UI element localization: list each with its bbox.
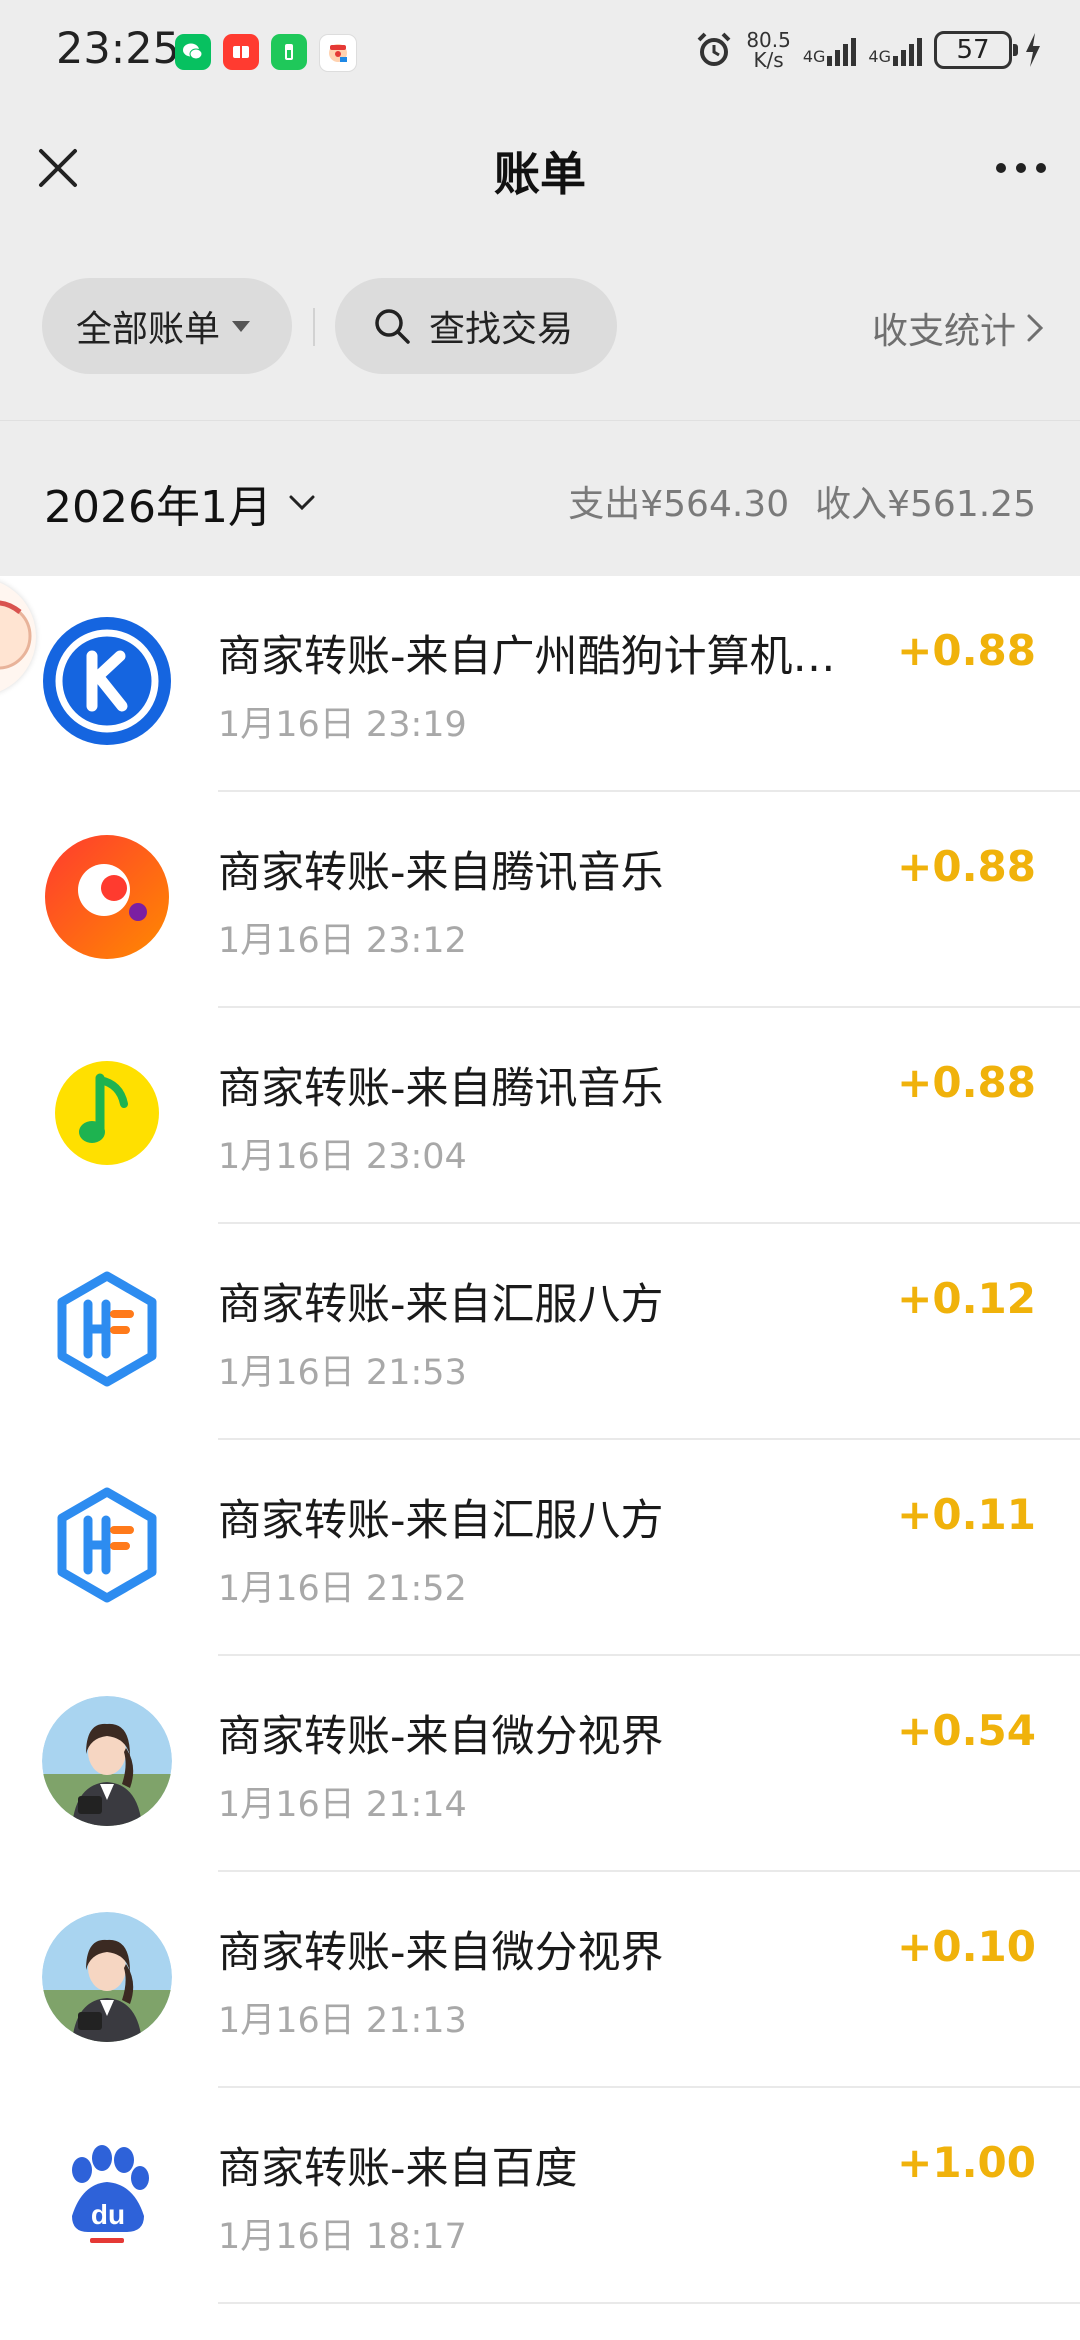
signal-bars-icon [827,34,857,66]
chevron-down-icon [289,495,315,511]
wechat-icon [175,34,211,70]
month-label: 2026年1月 [44,482,272,533]
kugou-icon [42,616,172,746]
transaction-amount: +0.10 [897,1922,1036,1971]
transaction-title: 商家转账-来自汇服八方 [218,1280,664,1330]
transaction-amount: +0.88 [897,626,1036,675]
transaction-amount: +0.11 [897,1490,1036,1539]
alarm-icon [697,32,731,66]
page-title: 账单 [494,147,586,201]
battery-icon: 57 [934,31,1018,69]
charging-icon [1026,33,1040,67]
transaction-amount: +0.54 [897,1706,1036,1755]
net-speed: 80.5 K/s [746,30,791,70]
woman-avatar-icon [42,1696,172,1826]
transaction-title: 商家转账-来自腾讯音乐 [218,1064,664,1114]
filter-bar: 全部账单 查找交易 收支统计 [0,230,1080,420]
more-button[interactable] [986,138,1056,198]
transaction-amount: +0.88 [897,1058,1036,1107]
transaction-time: 1月16日 23:04 [218,1137,467,1177]
status-bar: 23:25 80.5 K/s 4G 4G 57 [0,0,1080,110]
signal-bars-icon [893,34,922,66]
transaction-title: 商家转账-来自百度 [218,2144,578,2194]
transaction-amount: +0.88 [897,842,1036,891]
transaction-title: 商家转账-来自广州酷狗计算机科技有限公司 [218,632,858,682]
transaction-time: 1月16日 21:14 [218,1785,467,1825]
transaction-amount: +0.12 [897,1274,1036,1323]
stats-label: 收支统计 [871,311,1016,352]
huifu-icon [42,1264,172,1394]
transaction-row[interactable]: 商家转账-来自腾讯音乐 1月16日 23:04 +0.88 [0,1008,1080,1224]
transaction-row[interactable]: 商家转账-来自微分视界 1月16日 21:13 +0.10 [0,1872,1080,2088]
net-speed-unit: K/s [753,48,784,72]
transaction-row[interactable]: 商家转账-来自微分视界 1月16日 21:14 +0.54 [0,1656,1080,1872]
transaction-time: 1月16日 23:19 [218,705,467,745]
search-label: 查找交易 [429,309,574,350]
battery-level: 57 [956,35,990,65]
month-summary: 支出¥564.30 收入¥561.25 [568,475,1036,527]
transaction-time: 1月16日 18:17 [218,2217,467,2257]
transaction-title: 商家转账-来自汇服八方 [218,1496,664,1546]
month-selector[interactable]: 2026年1月 [44,471,316,535]
caret-down-icon [232,320,251,332]
transaction-row[interactable]: 商家转账-来自广州酷狗计算机科技有限公司 1月16日 23:19 +0.88 [0,576,1080,792]
transaction-title: 商家转账-来自腾讯音乐 [218,848,664,898]
chevron-right-icon [1027,314,1044,342]
all-bills-dropdown[interactable]: 全部账单 [42,278,292,374]
status-indicators: 80.5 K/s 4G 4G 57 [694,30,1042,70]
income-total: 收入¥561.25 [815,484,1036,525]
transaction-row[interactable]: 商家转账-来自腾讯音乐 1月16日 23:12 +0.88 [0,792,1080,1008]
divider [313,308,315,346]
red-book-icon [223,34,259,70]
transaction-time: 1月16日 21:13 [218,2001,467,2041]
transaction-title: 商家转账-来自微分视界 [218,1712,664,1762]
month-header: 2026年1月 支出¥564.30 收入¥561.25 [0,420,1080,576]
woman-avatar-icon [42,1912,172,2042]
signal-1: 4G [803,34,857,66]
transaction-row[interactable]: 商家转账-来自汇服八方 1月16日 21:53 +0.12 [0,1224,1080,1440]
svg-text:du: du [91,2199,125,2230]
net-speed-value: 80.5 [746,28,791,52]
search-transaction-button[interactable]: 查找交易 [335,278,617,374]
green-battery-icon [271,34,307,70]
signal-1-label: 4G [802,47,826,66]
transaction-row[interactable]: 商家转账-来自汇服八方 1月16日 21:52 +0.11 [0,1440,1080,1656]
stats-link[interactable]: 收支统计 [872,302,1044,354]
row-divider [218,2302,1080,2304]
transaction-amount: +1.00 [897,2138,1036,2187]
signal-2-label: 4G [868,47,891,66]
search-icon [375,309,410,344]
title-bar: 账单 [0,110,1080,230]
transaction-title: 商家转账-来自微分视界 [218,1928,664,1978]
transaction-time: 1月16日 21:53 [218,1353,467,1393]
transaction-list: 商家转账-来自广州酷狗计算机科技有限公司 1月16日 23:19 +0.88 商… [0,576,1080,2340]
signal-2: 4G [868,34,922,66]
qq-music-icon [42,1048,172,1178]
expense-total: 支出¥564.30 [568,484,790,525]
transaction-time: 1月16日 21:52 [218,1569,467,1609]
status-time: 23:25 [56,24,180,74]
more-dots-icon [996,163,1046,173]
tencent-music-icon [42,832,172,962]
transaction-row[interactable]: du 商家转账-来自百度 1月16日 18:17 +1.00 [0,2088,1080,2304]
status-app-icons [175,34,357,72]
huifu-icon [42,1480,172,1610]
clown-game-icon [319,34,357,72]
transaction-time: 1月16日 23:12 [218,921,467,961]
all-bills-label: 全部账单 [76,309,221,350]
baidu-icon: du [42,2128,172,2258]
